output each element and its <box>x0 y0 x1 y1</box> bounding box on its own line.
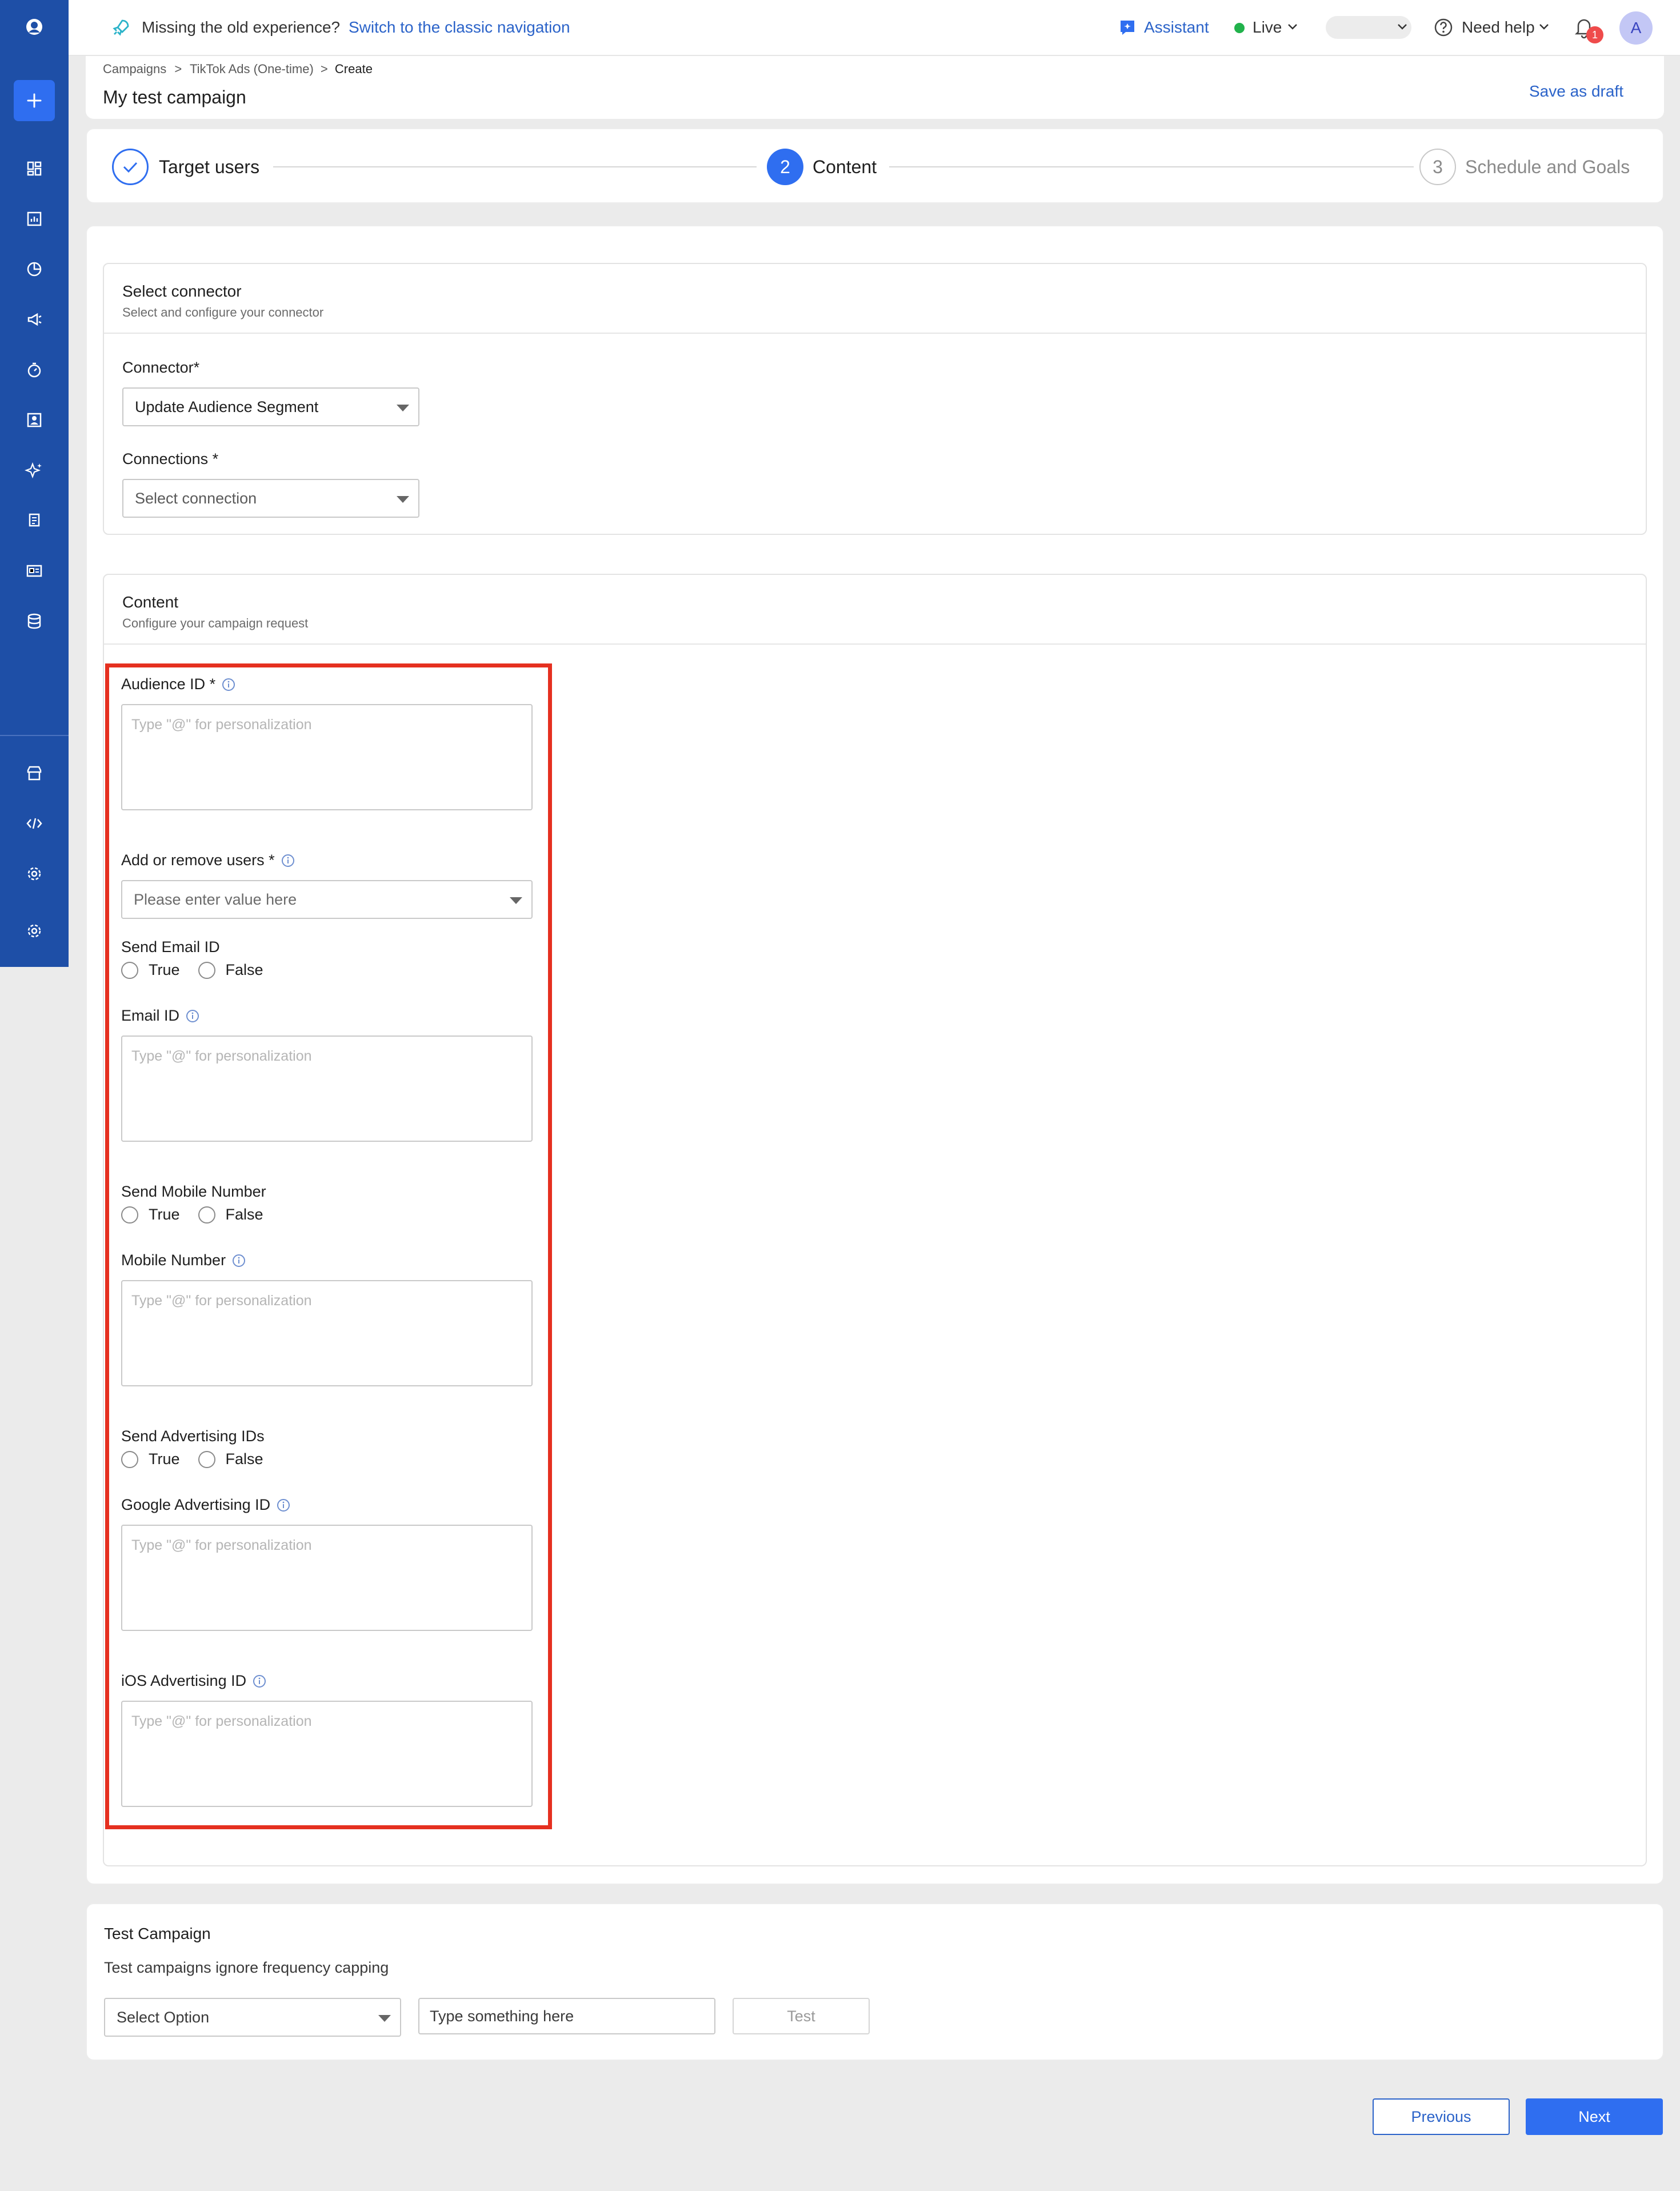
connector-select[interactable]: Update Audience Segment <box>122 387 419 426</box>
test-campaign-title: Test Campaign <box>104 1925 211 1942</box>
test-button[interactable]: Test <box>733 1998 870 2034</box>
connector-label-text: Connector* <box>122 359 200 376</box>
breadcrumb-tiktok-ads[interactable]: TikTok Ads (One-time) <box>190 62 314 76</box>
user-avatar[interactable]: A <box>1619 11 1653 45</box>
notification-badge: 1 <box>1586 26 1603 43</box>
step-3-indicator[interactable]: 3 <box>1419 149 1456 185</box>
test-campaign-subtitle: Test campaigns ignore frequency capping <box>104 1959 389 1976</box>
dashboard-icon[interactable] <box>23 158 45 179</box>
next-button[interactable]: Next <box>1526 2098 1663 2135</box>
connections-label: Connections * <box>122 450 218 468</box>
chevron-down-icon <box>1288 24 1297 30</box>
environment-selector[interactable]: Live <box>1253 18 1282 37</box>
need-help-button[interactable]: Need help <box>1462 18 1535 37</box>
connections-select-value: Select connection <box>135 489 257 507</box>
breadcrumb-separator: > <box>320 62 328 76</box>
rocket-icon <box>113 19 129 36</box>
page-header: Campaigns > TikTok Ads (One-time) > Crea… <box>86 56 1664 119</box>
step-connector <box>889 166 1414 167</box>
classic-navigation-link[interactable]: Switch to the classic navigation <box>349 18 570 37</box>
connector-section-subtitle: Select and configure your connector <box>122 305 324 319</box>
test-option-placeholder: Select Option <box>117 2008 210 2026</box>
previous-button[interactable]: Previous <box>1373 2098 1510 2135</box>
sidebar-divider <box>0 735 69 736</box>
breadcrumb: Campaigns > TikTok Ads (One-time) > Crea… <box>103 62 373 77</box>
connector-section: Select connector Select and configure yo… <box>103 263 1647 535</box>
page-title: My test campaign <box>103 87 246 107</box>
campaigns-icon[interactable] <box>23 309 45 330</box>
code-icon[interactable] <box>23 813 45 834</box>
checkmark-icon <box>123 162 138 173</box>
step-2-label[interactable]: Content <box>813 157 877 178</box>
connections-label-text: Connections * <box>122 450 219 467</box>
assistant-button[interactable]: Assistant <box>1144 18 1209 37</box>
top-bar: Missing the old experience? Switch to th… <box>69 0 1680 56</box>
breadcrumb-campaigns[interactable]: Campaigns <box>103 62 166 76</box>
save-as-draft-button[interactable]: Save as draft <box>1529 82 1623 101</box>
plus-icon <box>27 93 42 108</box>
test-option-select[interactable]: Select Option <box>104 1998 401 2037</box>
content-section-subtitle: Configure your campaign request <box>122 616 309 630</box>
step-1-indicator[interactable] <box>112 149 149 185</box>
highlight-box <box>105 663 552 1829</box>
chevron-down-icon <box>1539 24 1549 30</box>
users-icon[interactable] <box>23 409 45 431</box>
breadcrumb-separator: > <box>174 62 182 76</box>
section-divider <box>104 333 1646 334</box>
content-section-title: Content <box>122 593 179 611</box>
caret-down-icon <box>397 496 409 503</box>
chevron-down-icon <box>1398 24 1407 30</box>
caret-down-icon <box>378 2015 391 2022</box>
stepper: Target users 2 Content 3 Schedule and Go… <box>86 128 1664 203</box>
content-icon[interactable] <box>23 560 45 582</box>
logo-icon[interactable] <box>23 16 45 38</box>
connections-select[interactable]: Select connection <box>122 479 419 518</box>
connector-select-value: Update Audience Segment <box>135 398 319 415</box>
live-status-dot <box>1234 23 1245 33</box>
sparkle-icon[interactable] <box>23 459 45 481</box>
documents-icon[interactable] <box>23 510 45 531</box>
section-divider <box>104 643 1646 645</box>
help-icon <box>1434 18 1453 37</box>
create-button[interactable] <box>14 80 55 121</box>
banner-text: Missing the old experience? <box>142 18 341 36</box>
step-1-label[interactable]: Target users <box>159 157 259 178</box>
test-campaign-card: Test Campaign Test campaigns ignore freq… <box>86 1903 1664 2061</box>
segments-icon[interactable] <box>23 258 45 280</box>
settings-icon[interactable] <box>23 863 45 885</box>
sidebar <box>0 0 69 967</box>
step-3-label[interactable]: Schedule and Goals <box>1465 157 1630 178</box>
marketplace-icon[interactable] <box>23 762 45 784</box>
step-connector <box>273 166 757 167</box>
step-2-indicator[interactable]: 2 <box>767 149 803 185</box>
assistant-icon <box>1121 21 1134 35</box>
connector-section-title: Select connector <box>122 282 242 300</box>
test-recipient-input[interactable]: Type something here <box>418 1998 715 2034</box>
timer-icon[interactable] <box>23 359 45 381</box>
analytics-icon[interactable] <box>23 208 45 230</box>
caret-down-icon <box>397 405 409 411</box>
connector-label: Connector* <box>122 359 199 377</box>
database-icon[interactable] <box>23 610 45 632</box>
admin-settings-icon[interactable] <box>23 920 45 942</box>
breadcrumb-create: Create <box>334 62 373 76</box>
